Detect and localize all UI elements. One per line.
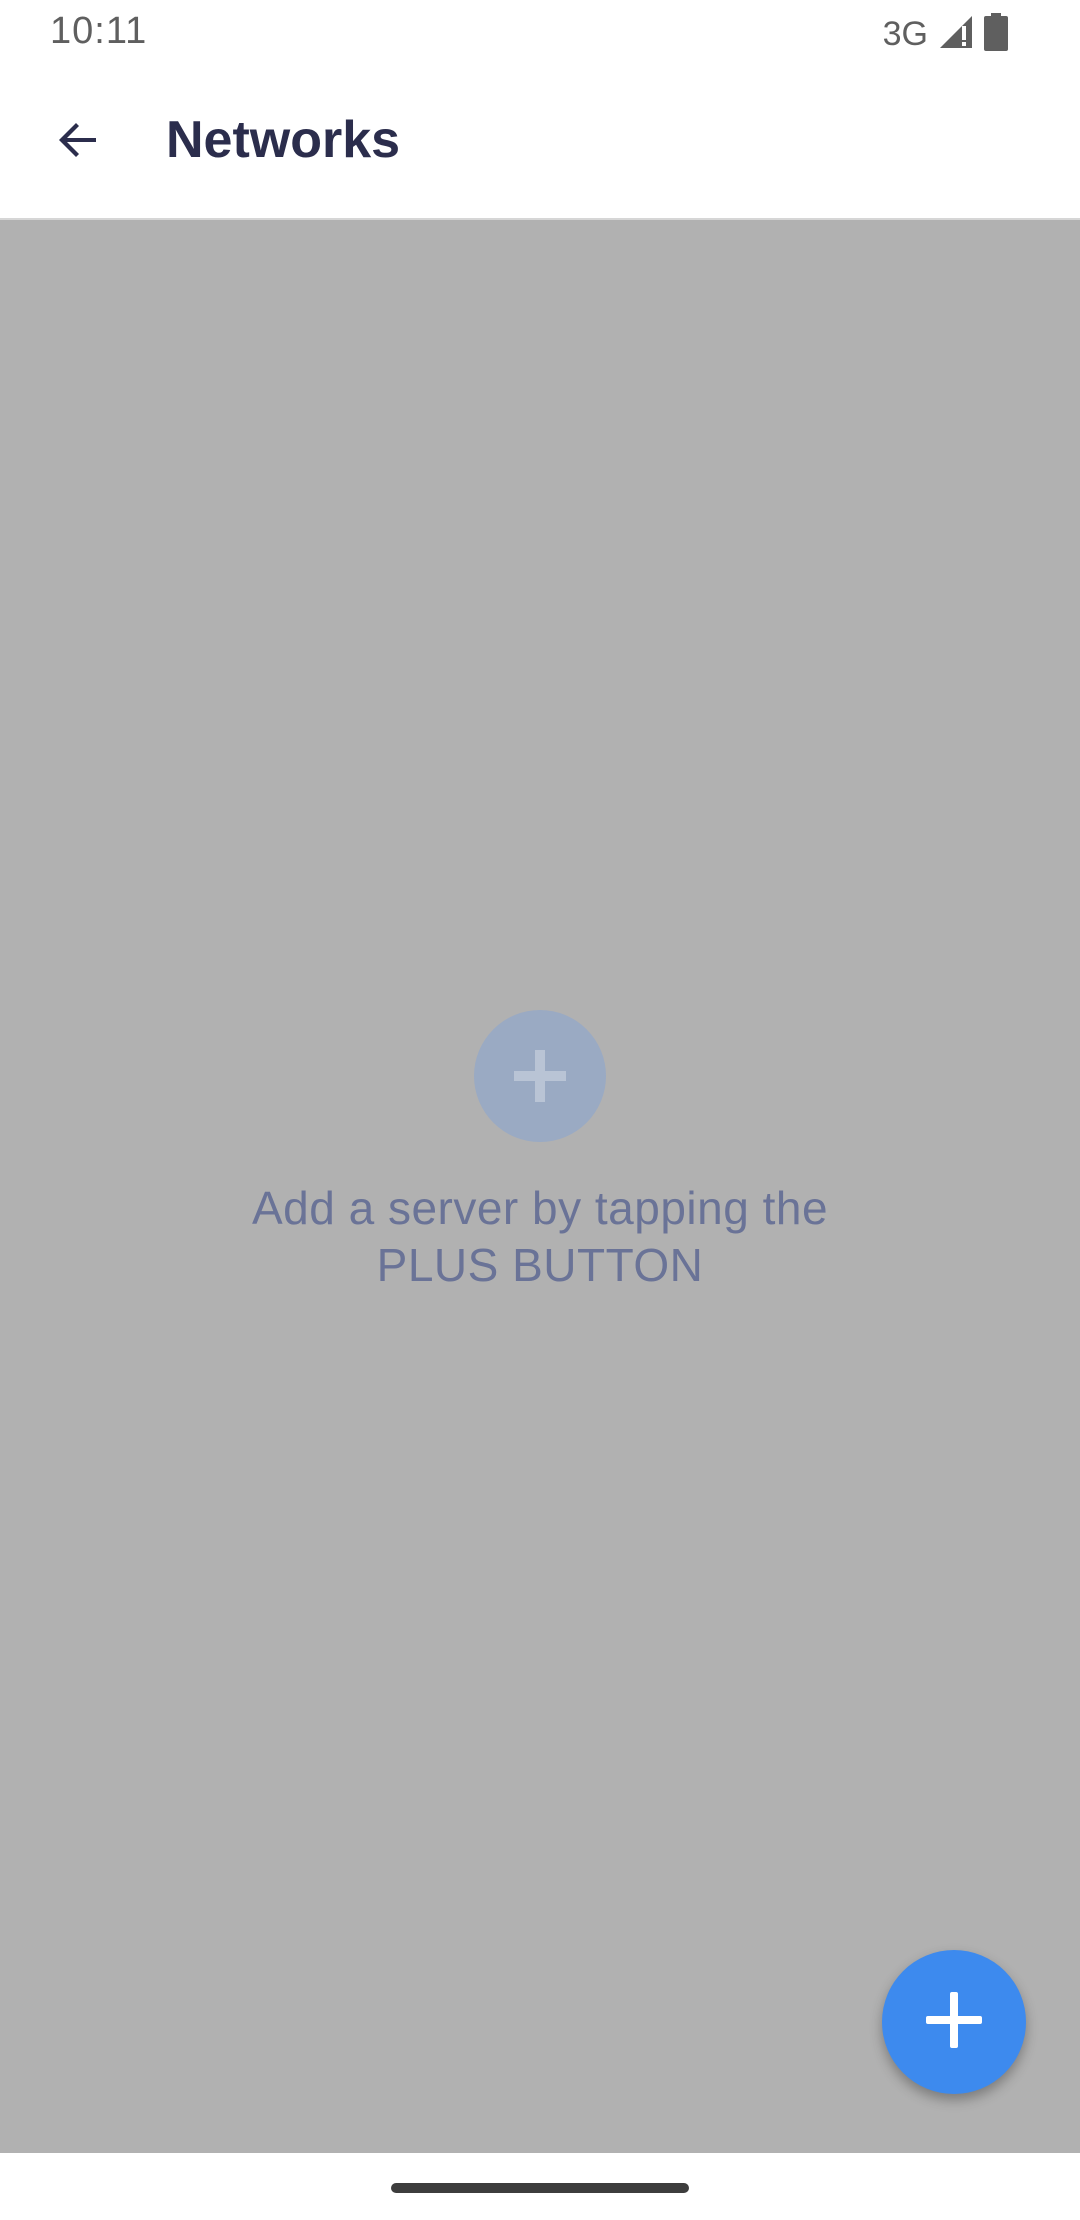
back-button[interactable] [36, 100, 120, 184]
plus-icon [924, 1990, 984, 2055]
network-list-empty: Add a server by tapping the PLUS BUTTON [0, 220, 1080, 2153]
signal-icon [938, 14, 974, 55]
add-server-button[interactable] [882, 1950, 1026, 2094]
page-title: Networks [166, 111, 401, 169]
empty-state-message: Add a server by tapping the PLUS BUTTON [252, 1180, 828, 1294]
navigation-bar [0, 2153, 1080, 2220]
empty-state-line-1: Add a server by tapping the [251, 1182, 829, 1234]
screen: 10:11 3G Networks Add a server by tappin… [0, 0, 1080, 2220]
arrow-left-icon [54, 116, 102, 169]
toolbar: Networks [0, 66, 1080, 220]
network-type: 3G [882, 14, 928, 53]
battery-icon [984, 12, 1008, 56]
plus-circle-icon [474, 1010, 606, 1142]
status-time: 10:11 [50, 10, 148, 52]
home-gesture-handle[interactable] [391, 2183, 689, 2193]
empty-state-line-2: PLUS BUTTON [376, 1239, 704, 1291]
empty-state: Add a server by tapping the PLUS BUTTON [0, 1010, 1080, 1294]
status-icons: 3G [883, 12, 1008, 56]
status-bar: 10:11 3G [0, 0, 1080, 66]
